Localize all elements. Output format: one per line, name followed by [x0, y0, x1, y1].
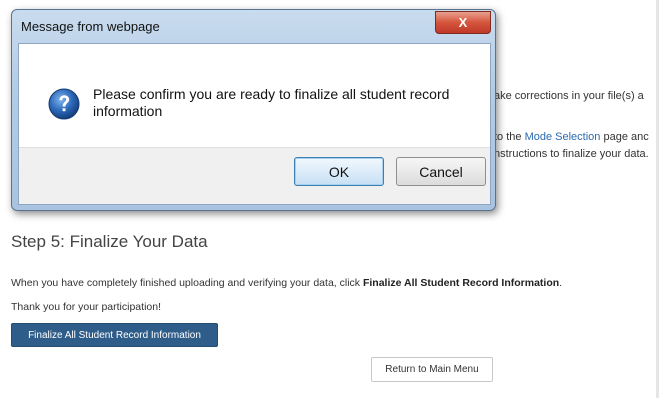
return-main-menu-button[interactable]: Return to Main Menu [371, 357, 493, 382]
finalize-instructions-bold: Finalize All Student Record Information [362, 277, 560, 289]
finalize-all-button[interactable]: Finalize All Student Record Information [11, 323, 218, 347]
close-icon[interactable]: X [435, 11, 491, 34]
cancel-button[interactable]: Cancel [396, 157, 486, 186]
finalize-instructions-prefix: When you have completely finished upload… [11, 277, 363, 289]
question-icon [48, 88, 80, 120]
instruction-fragment-2: to the Mode Selection page anc [494, 131, 649, 143]
page: ake corrections in your file(s) a to the… [0, 0, 659, 398]
ok-button[interactable]: OK [294, 157, 384, 186]
finalize-instructions: When you have completely finished upload… [11, 277, 562, 289]
instruction-fragment-1: ake corrections in your file(s) a [494, 90, 644, 102]
finalize-instructions-suffix: . [559, 277, 563, 289]
dialog-body: Please confirm you are ready to finalize… [18, 43, 491, 205]
message-dialog: Message from webpage X Please confirm yo… [11, 9, 496, 211]
thank-you-text: Thank you for your participation! [11, 301, 161, 313]
dialog-title: Message from webpage [21, 19, 160, 34]
dialog-message: Please confirm you are ready to finalize… [93, 86, 450, 119]
instruction-suffix: page anc [600, 131, 649, 143]
instruction-fragment-3: nstructions to finalize your data. [494, 148, 649, 160]
mode-selection-link[interactable]: Mode Selection [525, 131, 601, 143]
step-title: Step 5: Finalize Your Data [11, 232, 208, 251]
instruction-prefix: to the [494, 131, 525, 143]
